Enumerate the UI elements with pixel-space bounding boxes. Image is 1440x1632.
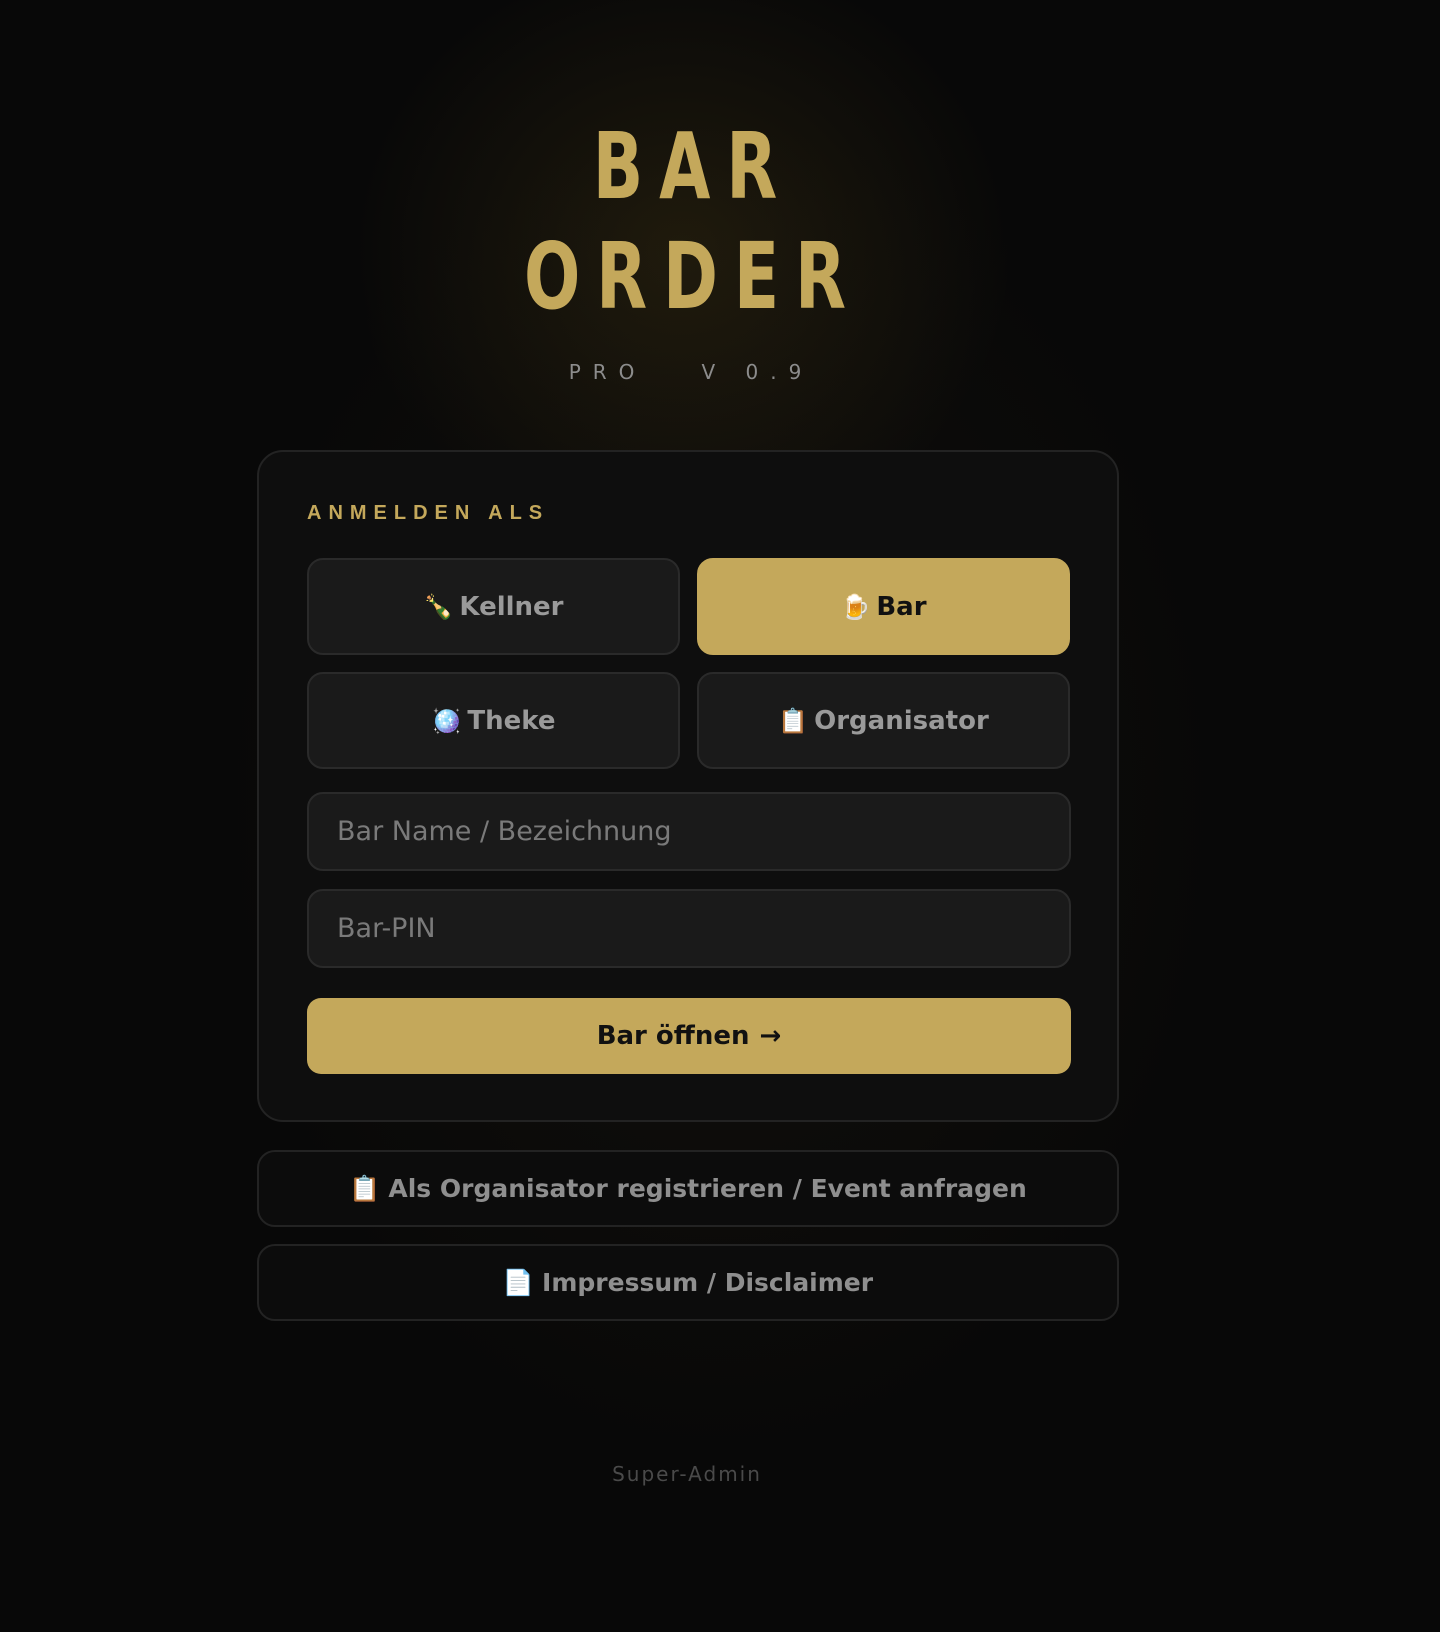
login-section-label: ANMELDEN ALS bbox=[307, 502, 550, 524]
disco-ball-icon: 🪩 bbox=[431, 706, 462, 735]
role-button-organisator[interactable]: 📋 Organisator bbox=[697, 672, 1070, 769]
role-selector: 🍾 Kellner 🍺 Bar 🪩 Theke 📋 Organisator bbox=[307, 558, 1071, 769]
role-label: Bar bbox=[876, 591, 927, 622]
bar-pin-input[interactable] bbox=[307, 889, 1071, 968]
logo-line-order: ORDER bbox=[524, 223, 862, 330]
logo-line-bar: BAR bbox=[592, 113, 794, 220]
role-button-theke[interactable]: 🪩 Theke bbox=[307, 672, 680, 769]
register-organizer-button[interactable]: 📋 Als Organisator registrieren / Event a… bbox=[257, 1150, 1119, 1227]
clipboard-icon: 📋 bbox=[349, 1173, 381, 1203]
clipboard-icon: 📋 bbox=[778, 706, 809, 735]
logo-version: PRO V 0.9 bbox=[568, 360, 814, 384]
role-label: Kellner bbox=[459, 591, 564, 622]
open-bar-button[interactable]: Bar öffnen → bbox=[307, 998, 1071, 1074]
role-label: Theke bbox=[467, 705, 556, 736]
role-button-bar[interactable]: 🍺 Bar bbox=[697, 558, 1070, 655]
beer-mug-icon: 🍺 bbox=[840, 592, 871, 621]
register-organizer-label: Als Organisator registrieren / Event anf… bbox=[388, 1174, 1027, 1203]
super-admin-link[interactable]: Super-Admin bbox=[0, 1462, 1374, 1486]
app-logo: BAR ORDER bbox=[0, 112, 1370, 332]
impressum-button[interactable]: 📄 Impressum / Disclaimer bbox=[257, 1244, 1119, 1321]
open-bar-label: Bar öffnen bbox=[596, 1021, 750, 1051]
bar-name-input[interactable] bbox=[307, 792, 1071, 871]
role-button-kellner[interactable]: 🍾 Kellner bbox=[307, 558, 680, 655]
role-label: Organisator bbox=[814, 705, 989, 736]
impressum-label: Impressum / Disclaimer bbox=[542, 1268, 874, 1297]
login-card: ANMELDEN ALS 🍾 Kellner 🍺 Bar 🪩 Theke 📋 O… bbox=[257, 450, 1119, 1122]
arrow-right-icon: → bbox=[759, 1021, 782, 1051]
champagne-bottle-icon: 🍾 bbox=[423, 592, 454, 621]
document-icon: 📄 bbox=[502, 1267, 535, 1297]
